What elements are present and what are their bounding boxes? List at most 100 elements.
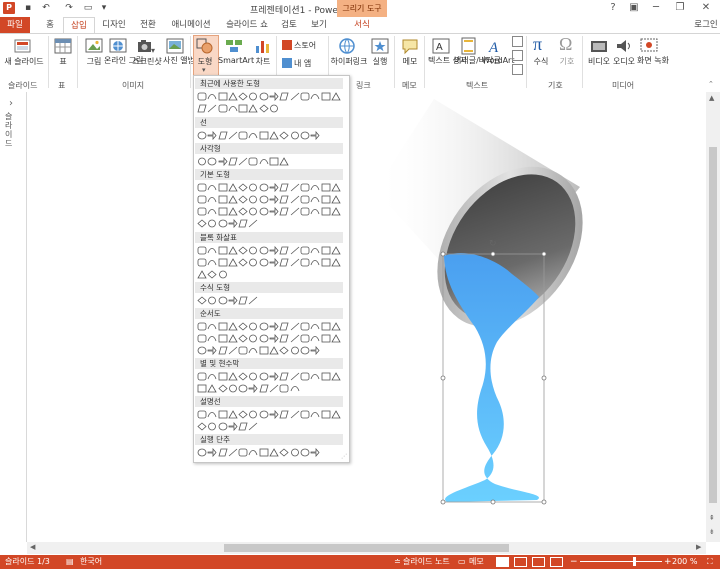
- shape-option-icon[interactable]: [197, 422, 207, 431]
- present-icon[interactable]: ▭: [82, 2, 94, 14]
- zoom-out-icon[interactable]: −: [570, 555, 578, 569]
- scroll-up-icon[interactable]: ▲: [709, 94, 714, 102]
- fit-to-window-icon[interactable]: ⛶: [707, 555, 713, 569]
- shape-option-icon[interactable]: [207, 410, 217, 419]
- shape-option-icon[interactable]: [218, 334, 228, 343]
- shape-option-icon[interactable]: [279, 92, 289, 101]
- screenshot-icon[interactable]: ▾: [137, 37, 155, 55]
- shape-option-icon[interactable]: [248, 157, 258, 166]
- notes-toggle-icon[interactable]: ≐: [394, 555, 401, 569]
- shape-option-icon[interactable]: [248, 422, 258, 431]
- shape-option-icon[interactable]: [300, 195, 310, 204]
- shape-option-icon[interactable]: [207, 345, 217, 356]
- shape-row-action-buttons[interactable]: [197, 447, 342, 458]
- shape-option-icon[interactable]: [207, 372, 217, 381]
- shape-option-icon[interactable]: [238, 157, 248, 166]
- textbox-icon[interactable]: A: [432, 37, 450, 55]
- shape-option-icon[interactable]: [279, 183, 289, 192]
- shapes-icon[interactable]: [196, 37, 214, 55]
- shape-row-flowchart-3[interactable]: [197, 345, 342, 356]
- shape-option-icon[interactable]: [279, 448, 289, 457]
- shape-option-icon[interactable]: [310, 207, 320, 216]
- screenshot-button[interactable]: 스크린샷: [131, 56, 163, 67]
- shape-option-icon[interactable]: [238, 92, 248, 101]
- shape-option-icon[interactable]: [207, 258, 217, 267]
- shape-option-icon[interactable]: [269, 257, 279, 268]
- shape-option-icon[interactable]: [238, 422, 248, 431]
- wordart-button[interactable]: WordArt: [482, 56, 514, 65]
- shape-row-recent-2[interactable]: [197, 104, 342, 114]
- shape-option-icon[interactable]: [279, 207, 289, 216]
- shape-option-icon[interactable]: [279, 195, 289, 204]
- video-button[interactable]: 비디오: [587, 56, 611, 67]
- shape-option-icon[interactable]: [207, 447, 217, 458]
- shape-option-icon[interactable]: [207, 183, 217, 192]
- shape-option-icon[interactable]: [259, 92, 269, 101]
- shape-option-icon[interactable]: [238, 384, 248, 393]
- shape-option-icon[interactable]: [331, 92, 341, 101]
- audio-button[interactable]: 오디오: [612, 56, 636, 67]
- equation-icon[interactable]: π: [533, 34, 542, 55]
- shape-option-icon[interactable]: [279, 246, 289, 255]
- shape-option-icon[interactable]: [248, 207, 258, 216]
- zoom-in-icon[interactable]: +: [664, 555, 672, 569]
- equation-button[interactable]: 수식: [530, 56, 552, 67]
- shape-option-icon[interactable]: [259, 104, 269, 113]
- shape-option-icon[interactable]: [259, 183, 269, 192]
- shape-option-icon[interactable]: [300, 258, 310, 267]
- shape-option-icon[interactable]: [259, 384, 269, 393]
- shape-option-icon[interactable]: [197, 270, 207, 279]
- horizontal-scroll-thumb[interactable]: [224, 544, 509, 552]
- shape-option-icon[interactable]: [228, 421, 238, 432]
- qat-customize-icon[interactable]: ▾: [98, 2, 110, 14]
- shape-option-icon[interactable]: [300, 448, 310, 457]
- prev-slide-icon[interactable]: ⇞: [709, 514, 715, 522]
- shape-option-icon[interactable]: [217, 384, 228, 393]
- comments-toggle-button[interactable]: 메모: [469, 555, 484, 569]
- shape-option-icon[interactable]: [310, 195, 320, 204]
- shape-option-icon[interactable]: [238, 131, 248, 140]
- shape-option-icon[interactable]: [218, 246, 228, 255]
- shape-option-icon[interactable]: [259, 207, 269, 216]
- shape-option-icon[interactable]: [197, 92, 207, 101]
- shape-option-icon[interactable]: [218, 322, 228, 331]
- chart-button[interactable]: 차트: [252, 56, 274, 67]
- slide-editing-area[interactable]: ↻: [27, 92, 706, 542]
- shape-option-icon[interactable]: [228, 258, 238, 267]
- help-icon[interactable]: ?: [603, 1, 623, 15]
- shape-option-icon[interactable]: [207, 92, 217, 101]
- photo-album-icon[interactable]: [166, 37, 184, 55]
- header-footer-icon[interactable]: [460, 37, 478, 55]
- shape-option-icon[interactable]: [321, 183, 331, 192]
- shape-option-icon[interactable]: [218, 410, 228, 419]
- shape-option-icon[interactable]: [197, 346, 207, 355]
- tab-animations[interactable]: 애니메이션: [166, 17, 216, 33]
- online-picture-icon[interactable]: [109, 37, 127, 55]
- tab-home[interactable]: 홈: [40, 17, 60, 33]
- shape-option-icon[interactable]: [218, 258, 228, 267]
- new-slide-icon[interactable]: [14, 37, 32, 55]
- comment-icon[interactable]: [401, 37, 419, 55]
- my-apps-icon[interactable]: [282, 58, 292, 68]
- shape-option-icon[interactable]: [290, 207, 300, 216]
- chevron-down-icon[interactable]: ▾: [202, 66, 206, 74]
- minimize-button[interactable]: ─: [646, 1, 666, 15]
- shape-option-icon[interactable]: [331, 258, 341, 267]
- date-time-icon[interactable]: [512, 36, 523, 47]
- shape-option-icon[interactable]: [207, 157, 217, 166]
- shape-option-icon[interactable]: [310, 130, 320, 141]
- shape-option-icon[interactable]: [238, 104, 248, 113]
- shape-option-icon[interactable]: [310, 410, 320, 419]
- shape-option-icon[interactable]: [228, 246, 238, 255]
- shape-option-icon[interactable]: [290, 448, 300, 457]
- shape-option-icon[interactable]: [228, 322, 238, 331]
- shape-option-icon[interactable]: [207, 270, 217, 279]
- shape-option-icon[interactable]: [248, 246, 258, 255]
- hyperlink-icon[interactable]: [338, 37, 356, 55]
- object-icon[interactable]: [512, 64, 523, 75]
- shape-row-arrows-2[interactable]: [197, 257, 342, 268]
- shape-option-icon[interactable]: [207, 422, 217, 431]
- shape-option-icon[interactable]: [197, 195, 207, 204]
- powerpoint-app-icon[interactable]: P: [3, 2, 15, 14]
- shape-option-icon[interactable]: [300, 334, 310, 343]
